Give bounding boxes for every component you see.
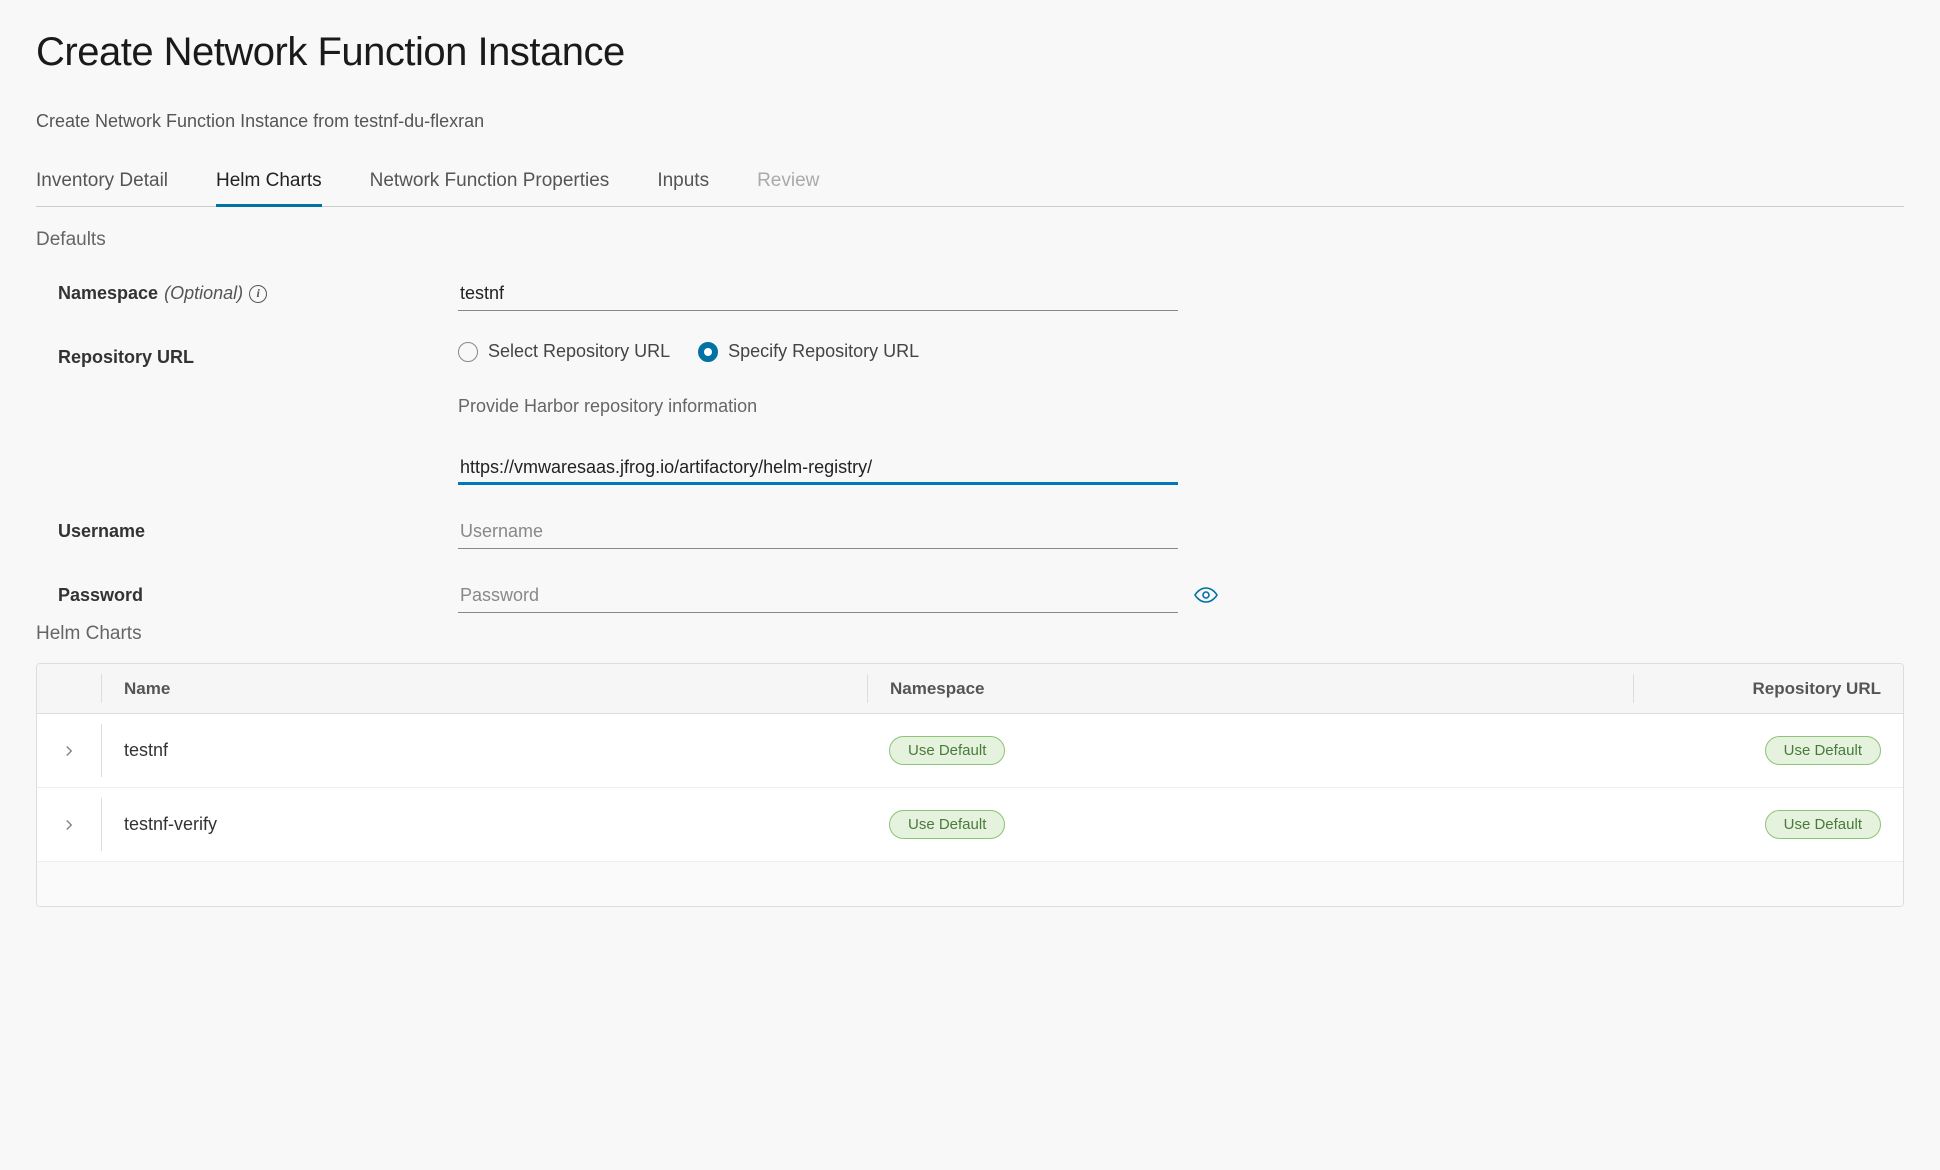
password-input[interactable] xyxy=(458,579,1178,613)
helm-charts-heading: Helm Charts xyxy=(36,623,1904,645)
table-row: testnf Use Default Use Default xyxy=(37,714,1903,788)
use-default-namespace-button[interactable]: Use Default xyxy=(889,736,1005,765)
tab-review: Review xyxy=(757,160,819,207)
field-username: Username xyxy=(58,515,1236,549)
info-icon[interactable]: i xyxy=(249,285,267,303)
table-row: testnf-verify Use Default Use Default xyxy=(37,788,1903,862)
namespace-label-text: Namespace xyxy=(58,283,158,304)
repo-url-label-text: Repository URL xyxy=(58,347,194,368)
table-footer xyxy=(37,862,1903,906)
defaults-form: Namespace (Optional) i Repository URL Se… xyxy=(36,277,1236,613)
chevron-right-icon[interactable] xyxy=(60,742,78,760)
helm-charts-table: Name Namespace Repository URL testnf Use… xyxy=(36,663,1904,907)
radio-checked-icon xyxy=(698,342,718,362)
use-default-repo-button[interactable]: Use Default xyxy=(1765,736,1881,765)
field-password: Password xyxy=(58,579,1236,613)
repo-url-input[interactable] xyxy=(458,451,1178,485)
radio-specify-repo[interactable]: Specify Repository URL xyxy=(698,341,919,362)
password-label: Password xyxy=(58,579,458,606)
repo-helper-text: Provide Harbor repository information xyxy=(458,396,1236,417)
radio-select-repo[interactable]: Select Repository URL xyxy=(458,341,670,362)
tab-inventory-detail[interactable]: Inventory Detail xyxy=(36,160,168,207)
tab-bar: Inventory Detail Helm Charts Network Fun… xyxy=(36,160,1904,207)
use-default-repo-button[interactable]: Use Default xyxy=(1765,810,1881,839)
column-repo-url: Repository URL xyxy=(1634,664,1903,713)
page-title: Create Network Function Instance xyxy=(36,30,1904,75)
radio-specify-repo-label: Specify Repository URL xyxy=(728,341,919,362)
tab-nf-properties[interactable]: Network Function Properties xyxy=(370,160,610,207)
namespace-label: Namespace (Optional) i xyxy=(58,277,458,304)
radio-icon xyxy=(458,342,478,362)
row-name: testnf-verify xyxy=(102,788,867,861)
username-label: Username xyxy=(58,515,458,542)
namespace-optional: (Optional) xyxy=(164,283,243,304)
row-name: testnf xyxy=(102,714,867,787)
repo-url-radio-group: Select Repository URL Specify Repository… xyxy=(458,341,1236,362)
column-name: Name xyxy=(102,664,867,713)
field-namespace: Namespace (Optional) i xyxy=(58,277,1236,311)
tab-inputs[interactable]: Inputs xyxy=(657,160,709,207)
column-namespace: Namespace xyxy=(868,664,1633,713)
defaults-heading: Defaults xyxy=(36,229,1904,251)
field-repo-url: Repository URL Select Repository URL Spe… xyxy=(58,341,1236,485)
tab-helm-charts[interactable]: Helm Charts xyxy=(216,160,322,207)
password-label-text: Password xyxy=(58,585,143,606)
table-header: Name Namespace Repository URL xyxy=(37,664,1903,714)
use-default-namespace-button[interactable]: Use Default xyxy=(889,810,1005,839)
username-label-text: Username xyxy=(58,521,145,542)
eye-icon[interactable] xyxy=(1194,583,1218,610)
chevron-right-icon[interactable] xyxy=(60,816,78,834)
page-subtitle: Create Network Function Instance from te… xyxy=(36,111,1904,132)
username-input[interactable] xyxy=(458,515,1178,549)
repo-url-label: Repository URL xyxy=(58,341,458,368)
namespace-input[interactable] xyxy=(458,277,1178,311)
radio-select-repo-label: Select Repository URL xyxy=(488,341,670,362)
